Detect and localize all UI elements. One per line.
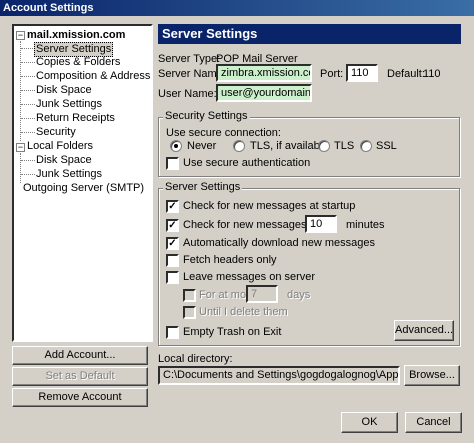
- tree-item-junk-settings[interactable]: Junk Settings: [36, 98, 102, 111]
- secure-auth-checkbox[interactable]: [166, 157, 179, 170]
- local-directory-field[interactable]: C:\Documents and Settings\gogdogalognog\…: [158, 366, 400, 385]
- tree-item-disk-space[interactable]: Disk Space: [36, 84, 92, 97]
- username-label: User Name:: [158, 88, 217, 100]
- radio-never[interactable]: [170, 140, 182, 152]
- tree-item-server-settings[interactable]: Server Settings: [34, 42, 114, 57]
- leave-messages-label[interactable]: Leave messages on server: [183, 271, 315, 283]
- days-field[interactable]: 7: [246, 285, 278, 303]
- tree-item-copies-folders[interactable]: Copies & Folders: [36, 56, 120, 69]
- tree-item-composition[interactable]: Composition & Addressing: [36, 70, 151, 83]
- auto-download-checkbox[interactable]: ✓: [166, 237, 179, 250]
- empty-trash-checkbox[interactable]: [166, 326, 179, 339]
- until-delete-checkbox[interactable]: [183, 306, 196, 319]
- radio-tls-label[interactable]: TLS: [334, 140, 354, 152]
- browse-button[interactable]: Browse...: [404, 365, 460, 386]
- window-title: Account Settings: [0, 0, 474, 16]
- tree-item-outgoing-server[interactable]: Outgoing Server (SMTP): [23, 182, 144, 195]
- fetch-headers-checkbox[interactable]: [166, 254, 179, 267]
- radio-tls-if-available[interactable]: [233, 140, 245, 152]
- collapse-icon[interactable]: −: [16, 143, 25, 152]
- secure-auth-label[interactable]: Use secure authentication: [183, 157, 310, 169]
- check-startup-checkbox[interactable]: ✓: [166, 200, 179, 213]
- port-field[interactable]: 110: [346, 64, 378, 82]
- empty-trash-label[interactable]: Empty Trash on Exit: [183, 326, 281, 338]
- server-name-field[interactable]: zimbra.xmission.com: [216, 64, 312, 82]
- radio-tls[interactable]: [318, 140, 330, 152]
- auto-download-label[interactable]: Automatically download new messages: [183, 237, 375, 249]
- radio-ssl-label[interactable]: SSL: [376, 140, 397, 152]
- port-label: Port:: [320, 68, 344, 80]
- tree-item-return-receipts[interactable]: Return Receipts: [36, 112, 115, 125]
- minutes-label: minutes: [346, 219, 385, 231]
- secure-connection-label: Use secure connection:: [166, 127, 281, 139]
- tree-item-local-folders[interactable]: Local Folders: [27, 140, 93, 153]
- server-type-label: Server Type:: [158, 53, 221, 65]
- minutes-field[interactable]: 10: [305, 215, 337, 233]
- username-field[interactable]: user@yourdomain.com: [216, 84, 312, 102]
- server-settings-title: Server Settings: [163, 181, 243, 193]
- remove-account-button[interactable]: Remove Account: [12, 388, 148, 407]
- set-default-button[interactable]: Set as Default: [12, 367, 148, 386]
- tree-item-local-disk-space[interactable]: Disk Space: [36, 154, 92, 167]
- check-every-checkbox[interactable]: ✓: [166, 219, 179, 232]
- leave-messages-checkbox[interactable]: [166, 271, 179, 284]
- check-startup-label[interactable]: Check for new messages at startup: [183, 200, 355, 212]
- local-directory-label: Local directory:: [158, 353, 233, 365]
- for-at-most-checkbox[interactable]: [183, 289, 196, 302]
- account-tree[interactable]: − mail.xmission.com Server Settings Copi…: [12, 24, 153, 342]
- default-port-value: 110: [423, 68, 441, 80]
- radio-ssl[interactable]: [360, 140, 372, 152]
- collapse-icon[interactable]: −: [16, 31, 25, 40]
- days-label: days: [287, 289, 311, 301]
- tree-item-security[interactable]: Security: [36, 126, 76, 139]
- tree-item-local-junk-settings[interactable]: Junk Settings: [36, 168, 102, 181]
- panel-header: Server Settings: [158, 24, 461, 44]
- fetch-headers-label[interactable]: Fetch headers only: [183, 254, 277, 266]
- radio-tls-if-available-label[interactable]: TLS, if available: [250, 140, 328, 152]
- until-delete-label[interactable]: Until I delete them: [199, 306, 288, 318]
- cancel-button[interactable]: Cancel: [405, 412, 462, 433]
- tree-item-account[interactable]: mail.xmission.com: [27, 29, 125, 42]
- advanced-button[interactable]: Advanced...: [394, 320, 454, 341]
- ok-button[interactable]: OK: [341, 412, 398, 433]
- radio-never-label[interactable]: Never: [187, 140, 216, 152]
- add-account-button[interactable]: Add Account...: [12, 346, 148, 365]
- security-settings-title: Security Settings: [163, 110, 250, 122]
- default-port-label: Default:: [387, 68, 425, 80]
